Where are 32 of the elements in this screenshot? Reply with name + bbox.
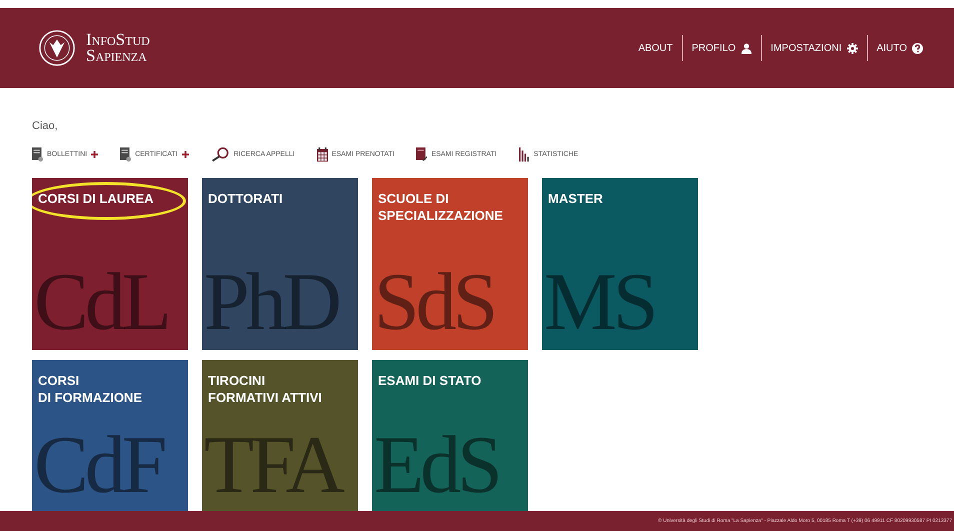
tile-title: CORSI DI LAUREA [38, 190, 154, 207]
user-icon [740, 42, 752, 54]
nav-link[interactable]: AIUTO [868, 42, 932, 54]
tile-title: SCUOLE DI SPECIALIZZAZIONE [378, 190, 504, 224]
course-tile[interactable]: DOTTORATI PhD [202, 178, 358, 350]
tile-monogram: SdS [374, 266, 494, 338]
tile-title: CORSI DI FORMAZIONE [38, 372, 142, 406]
nav-link[interactable]: IMPOSTAZIONI [762, 42, 867, 54]
greeting: Ciao, [32, 120, 59, 132]
tile-title: DOTTORATI [208, 190, 283, 207]
document-icon [120, 146, 132, 162]
calendar-icon [316, 146, 328, 162]
course-tile[interactable]: SCUOLE DI SPECIALIZZAZIONE SdS [372, 178, 528, 350]
nav-link[interactable]: ABOUT [629, 42, 682, 54]
search-icon [210, 146, 230, 162]
course-tile[interactable]: CORSI DI FORMAZIONE CdF [32, 360, 188, 511]
nav-link[interactable]: PROFILO [682, 42, 761, 54]
document-edit-icon [416, 146, 428, 162]
course-tile[interactable]: CORSI DI LAUREA CdL [32, 178, 188, 350]
bar-chart-icon [518, 146, 530, 162]
tile-monogram: CdL [34, 266, 168, 338]
tile-title: MASTER [548, 190, 603, 207]
tile-title: ESAMI DI STATO [378, 372, 482, 389]
help-icon [912, 42, 923, 54]
brand-name: InfoStud [86, 32, 150, 48]
university-seal-logo [38, 29, 76, 67]
document-icon [32, 146, 43, 162]
brand-name: Sapienza [86, 48, 148, 64]
tile-monogram: CdF [34, 429, 164, 501]
tile-title: TIROCINI FORMATIVI ATTIVI [208, 372, 322, 406]
tile-monogram: PhD [204, 266, 338, 338]
settings-icon [846, 42, 858, 54]
